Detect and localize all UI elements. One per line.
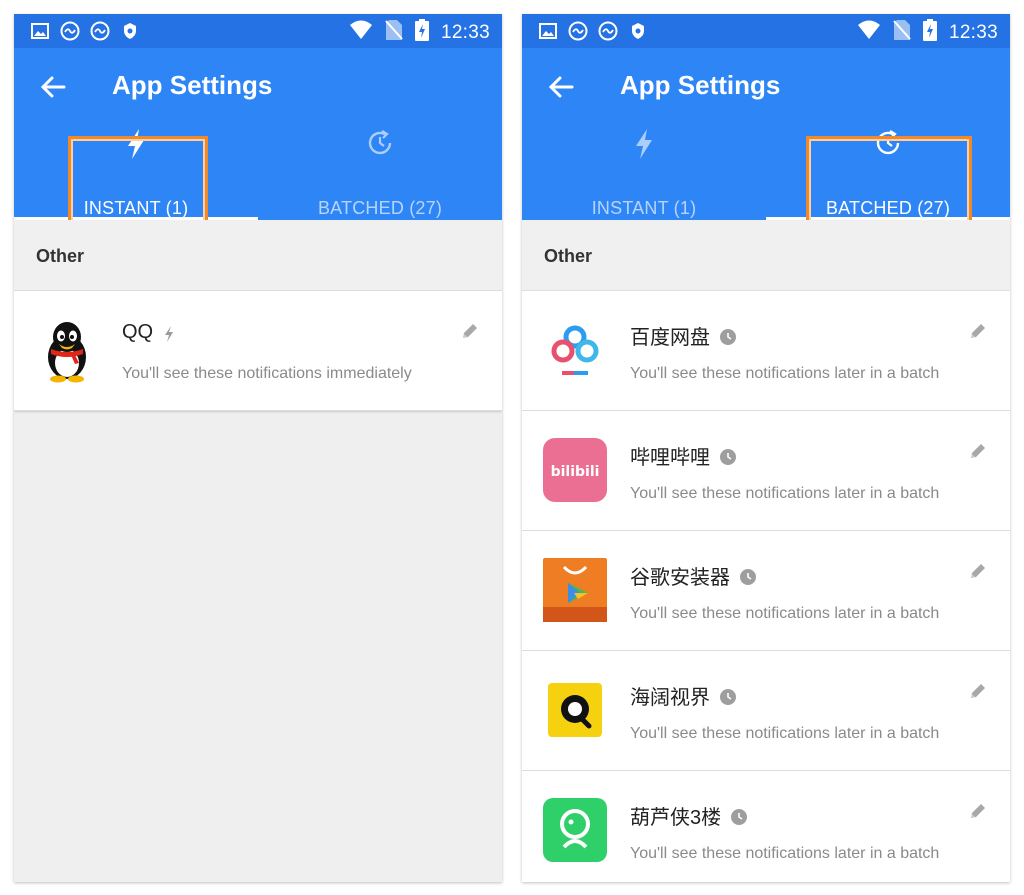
clock-icon <box>720 688 736 705</box>
app-description: You'll see these notifications later in … <box>630 365 940 382</box>
list-item-qq[interactable]: QQ You'll see these notifications immedi… <box>14 291 502 411</box>
baidu-netdisk-icon <box>542 317 608 383</box>
status-bar: 12:33 <box>522 14 1010 48</box>
bilibili-icon: bilibili <box>542 437 608 503</box>
app-name: QQ <box>122 321 179 344</box>
app-notification-icon <box>60 21 80 41</box>
edit-button[interactable] <box>968 321 990 343</box>
list-item-haikuo[interactable]: 海阔视界 You'll see these notifications late… <box>522 651 1010 771</box>
section-title: Other <box>36 246 85 266</box>
clock-icon <box>731 808 748 825</box>
list-item-huluxia[interactable]: 葫芦侠3楼 You'll see these notifications lat… <box>522 771 1010 882</box>
lightning-icon <box>522 128 766 160</box>
app-bar: App Settings INSTANT (1) BATCHED (27) <box>522 48 1010 226</box>
svg-text:bilibili: bilibili <box>551 464 600 480</box>
highlight-box <box>806 136 972 226</box>
page-title: App Settings <box>112 70 273 100</box>
highlight-box <box>68 136 208 226</box>
clock-time: 12:33 <box>440 21 490 43</box>
app-name: 哔哩哔哩 <box>630 441 736 470</box>
clock-icon <box>720 448 736 465</box>
page-title: App Settings <box>620 70 781 100</box>
edit-button[interactable] <box>968 801 990 823</box>
huluxia-icon <box>542 797 608 863</box>
status-bar: 12:33 <box>14 14 502 48</box>
section-title: Other <box>544 246 593 266</box>
app-description: You'll see these notifications later in … <box>630 605 940 622</box>
app-description: You'll see these notifications immediate… <box>122 365 412 382</box>
app-name-text: 哔哩哔哩 <box>630 447 710 469</box>
pencil-icon <box>971 564 985 578</box>
image-notification-icon <box>30 21 50 41</box>
qq-penguin-icon <box>34 317 100 383</box>
clock-time: 12:33 <box>948 21 998 43</box>
arrow-left-icon <box>548 76 574 98</box>
right-phone-screen: 12:33 App Settings INSTANT (1) BATCHED (… <box>522 14 1010 882</box>
no-sim-icon <box>893 19 911 46</box>
app-name: 海阔视界 <box>630 681 736 710</box>
app-description: You'll see these notifications later in … <box>630 725 940 742</box>
pencil-icon <box>463 324 477 338</box>
left-phone-screen: 12:33 App Settings INSTANT (1) BATCHED (… <box>14 14 502 882</box>
app-notification-icon <box>90 21 110 41</box>
battery-charging-icon <box>922 19 937 46</box>
app-name: 谷歌安装器 <box>630 561 756 590</box>
list-item-bilibili[interactable]: bilibili 哔哩哔哩 You'll see these notificat… <box>522 411 1010 531</box>
edit-button[interactable] <box>968 681 990 703</box>
app-description: You'll see these notifications later in … <box>630 845 940 862</box>
app-notification-icon <box>568 21 588 41</box>
app-name: 葫芦侠3楼 <box>630 801 748 830</box>
wifi-icon <box>857 20 881 45</box>
app-bar: App Settings INSTANT (1) BATCHED (27) <box>14 48 502 226</box>
app-name-text: 葫芦侠3楼 <box>630 807 722 829</box>
no-sim-icon <box>385 19 403 46</box>
app-name-text: 谷歌安装器 <box>630 567 730 589</box>
wifi-icon <box>349 20 373 45</box>
list-item-baidu-netdisk[interactable]: 百度网盘 You'll see these notifications late… <box>522 291 1010 411</box>
list-item-google-installer[interactable]: 谷歌安装器 You'll see these notifications lat… <box>522 531 1010 651</box>
app-name: 百度网盘 <box>630 321 736 350</box>
tab-batched-label: BATCHED (27) <box>317 198 443 218</box>
app-notification-icon <box>598 21 618 41</box>
back-button[interactable] <box>36 70 70 104</box>
tab-instant[interactable]: INSTANT (1) <box>522 118 766 220</box>
edit-button[interactable] <box>968 441 990 463</box>
app-description: You'll see these notifications later in … <box>630 485 940 502</box>
haikuo-icon <box>542 677 608 743</box>
clock-icon <box>720 328 736 345</box>
pencil-icon <box>971 684 985 698</box>
tab-instant-label: INSTANT (1) <box>591 198 697 218</box>
app-name-text: 百度网盘 <box>630 327 710 349</box>
clock-icon <box>740 568 756 585</box>
section-header: Other <box>14 220 502 291</box>
shield-icon <box>120 21 140 41</box>
pencil-icon <box>971 444 985 458</box>
section-header: Other <box>522 220 1010 291</box>
edit-button[interactable] <box>460 321 482 343</box>
image-notification-icon <box>538 21 558 41</box>
lightning-icon <box>163 325 179 342</box>
edit-button[interactable] <box>968 561 990 583</box>
app-name-text: 海阔视界 <box>630 687 710 709</box>
pencil-icon <box>971 804 985 818</box>
clock-history-icon <box>258 128 502 158</box>
arrow-left-icon <box>40 76 66 98</box>
pencil-icon <box>971 324 985 338</box>
back-button[interactable] <box>544 70 578 104</box>
app-name-text: QQ <box>122 321 154 343</box>
battery-charging-icon <box>414 19 429 46</box>
google-installer-icon <box>542 557 608 623</box>
tab-batched[interactable]: BATCHED (27) <box>258 118 502 220</box>
shield-icon <box>628 21 648 41</box>
